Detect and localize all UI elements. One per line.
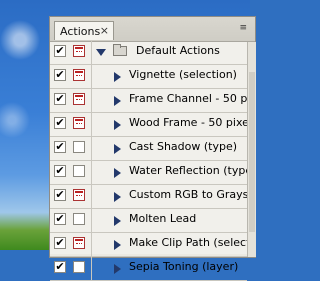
- triangle-icon[interactable]: [114, 192, 121, 202]
- dialog-toggle-icon[interactable]: [73, 261, 85, 273]
- action-row[interactable]: ✔ Custom RGB to Grays...: [50, 185, 247, 209]
- dialog-toggle-icon[interactable]: [73, 141, 85, 153]
- action-label: Make Clip Path (select...: [129, 236, 247, 249]
- check-icon[interactable]: ✔: [54, 117, 66, 129]
- check-icon[interactable]: ✔: [54, 237, 66, 249]
- column-divider: [91, 137, 92, 160]
- action-row[interactable]: ✔ Water Reflection (type): [50, 161, 247, 185]
- actions-list: ✔ Default Actions ✔ Vignette (selection) ✔ Fr…: [50, 41, 247, 281]
- tab-label: Actions: [60, 25, 101, 38]
- column-divider: [91, 161, 92, 184]
- triangle-icon[interactable]: [114, 144, 121, 154]
- action-label: Wood Frame - 50 pixel: [129, 116, 247, 129]
- action-row[interactable]: ✔ Make Clip Path (select...: [50, 233, 247, 257]
- action-row[interactable]: ✔ Molten Lead: [50, 209, 247, 233]
- action-label: Frame Channel - 50 pi...: [129, 92, 247, 105]
- check-icon[interactable]: ✔: [54, 141, 66, 153]
- check-icon[interactable]: ✔: [54, 189, 66, 201]
- triangle-icon[interactable]: [114, 72, 121, 82]
- scroll-thumb[interactable]: [249, 72, 255, 232]
- action-row[interactable]: ✔ Cast Shadow (type): [50, 137, 247, 161]
- dialog-toggle-icon[interactable]: [73, 237, 85, 249]
- check-icon[interactable]: ✔: [54, 213, 66, 225]
- check-icon[interactable]: ✔: [54, 165, 66, 177]
- folder-icon: [113, 44, 127, 56]
- close-icon[interactable]: ×: [100, 24, 109, 37]
- column-divider: [91, 209, 92, 232]
- action-label: Vignette (selection): [129, 68, 237, 81]
- panel-header: Actions × ≡: [50, 17, 255, 42]
- action-row[interactable]: ✔ Sepia Toning (layer): [50, 257, 247, 281]
- triangle-icon[interactable]: [114, 120, 121, 130]
- dialog-toggle-icon[interactable]: [73, 93, 85, 105]
- check-icon[interactable]: ✔: [54, 261, 66, 273]
- action-label: Cast Shadow (type): [129, 140, 238, 153]
- column-divider: [91, 65, 92, 88]
- dialog-toggle-icon[interactable]: [73, 213, 85, 225]
- dialog-toggle-icon[interactable]: [73, 117, 85, 129]
- column-divider: [91, 113, 92, 136]
- column-divider: [91, 233, 92, 256]
- column-divider: [91, 89, 92, 112]
- triangle-icon[interactable]: [114, 168, 121, 178]
- check-icon[interactable]: ✔: [54, 93, 66, 105]
- check-icon[interactable]: ✔: [54, 45, 66, 57]
- tab-actions[interactable]: Actions ×: [54, 21, 114, 40]
- dialog-toggle-icon[interactable]: [73, 69, 85, 81]
- check-icon[interactable]: ✔: [54, 69, 66, 81]
- action-label: Water Reflection (type): [129, 164, 247, 177]
- dialog-toggle-icon[interactable]: [73, 45, 85, 57]
- action-label: Sepia Toning (layer): [129, 260, 239, 273]
- triangle-icon[interactable]: [114, 216, 121, 226]
- column-divider: [91, 257, 92, 280]
- triangle-icon[interactable]: [114, 264, 121, 274]
- action-label: Custom RGB to Grays...: [129, 188, 247, 201]
- action-label: Molten Lead: [129, 212, 197, 225]
- dialog-toggle-icon[interactable]: [73, 189, 85, 201]
- dialog-toggle-icon[interactable]: [73, 165, 85, 177]
- panel-menu-icon[interactable]: ≡: [239, 23, 247, 33]
- expand-triangle-icon[interactable]: [96, 49, 106, 56]
- actions-panel: Actions × ≡ ✔ Default Actions ✔ Vignette (s…: [49, 16, 256, 281]
- column-divider: [91, 41, 92, 64]
- scrollbar[interactable]: [247, 42, 256, 257]
- action-label: Default Actions: [136, 44, 220, 57]
- column-divider: [91, 185, 92, 208]
- action-set-row[interactable]: ✔ Default Actions: [50, 41, 247, 65]
- action-row[interactable]: ✔ Frame Channel - 50 pi...: [50, 89, 247, 113]
- triangle-icon[interactable]: [114, 96, 121, 106]
- action-row[interactable]: ✔ Vignette (selection): [50, 65, 247, 89]
- action-row[interactable]: ✔ Wood Frame - 50 pixel: [50, 113, 247, 137]
- triangle-icon[interactable]: [114, 240, 121, 250]
